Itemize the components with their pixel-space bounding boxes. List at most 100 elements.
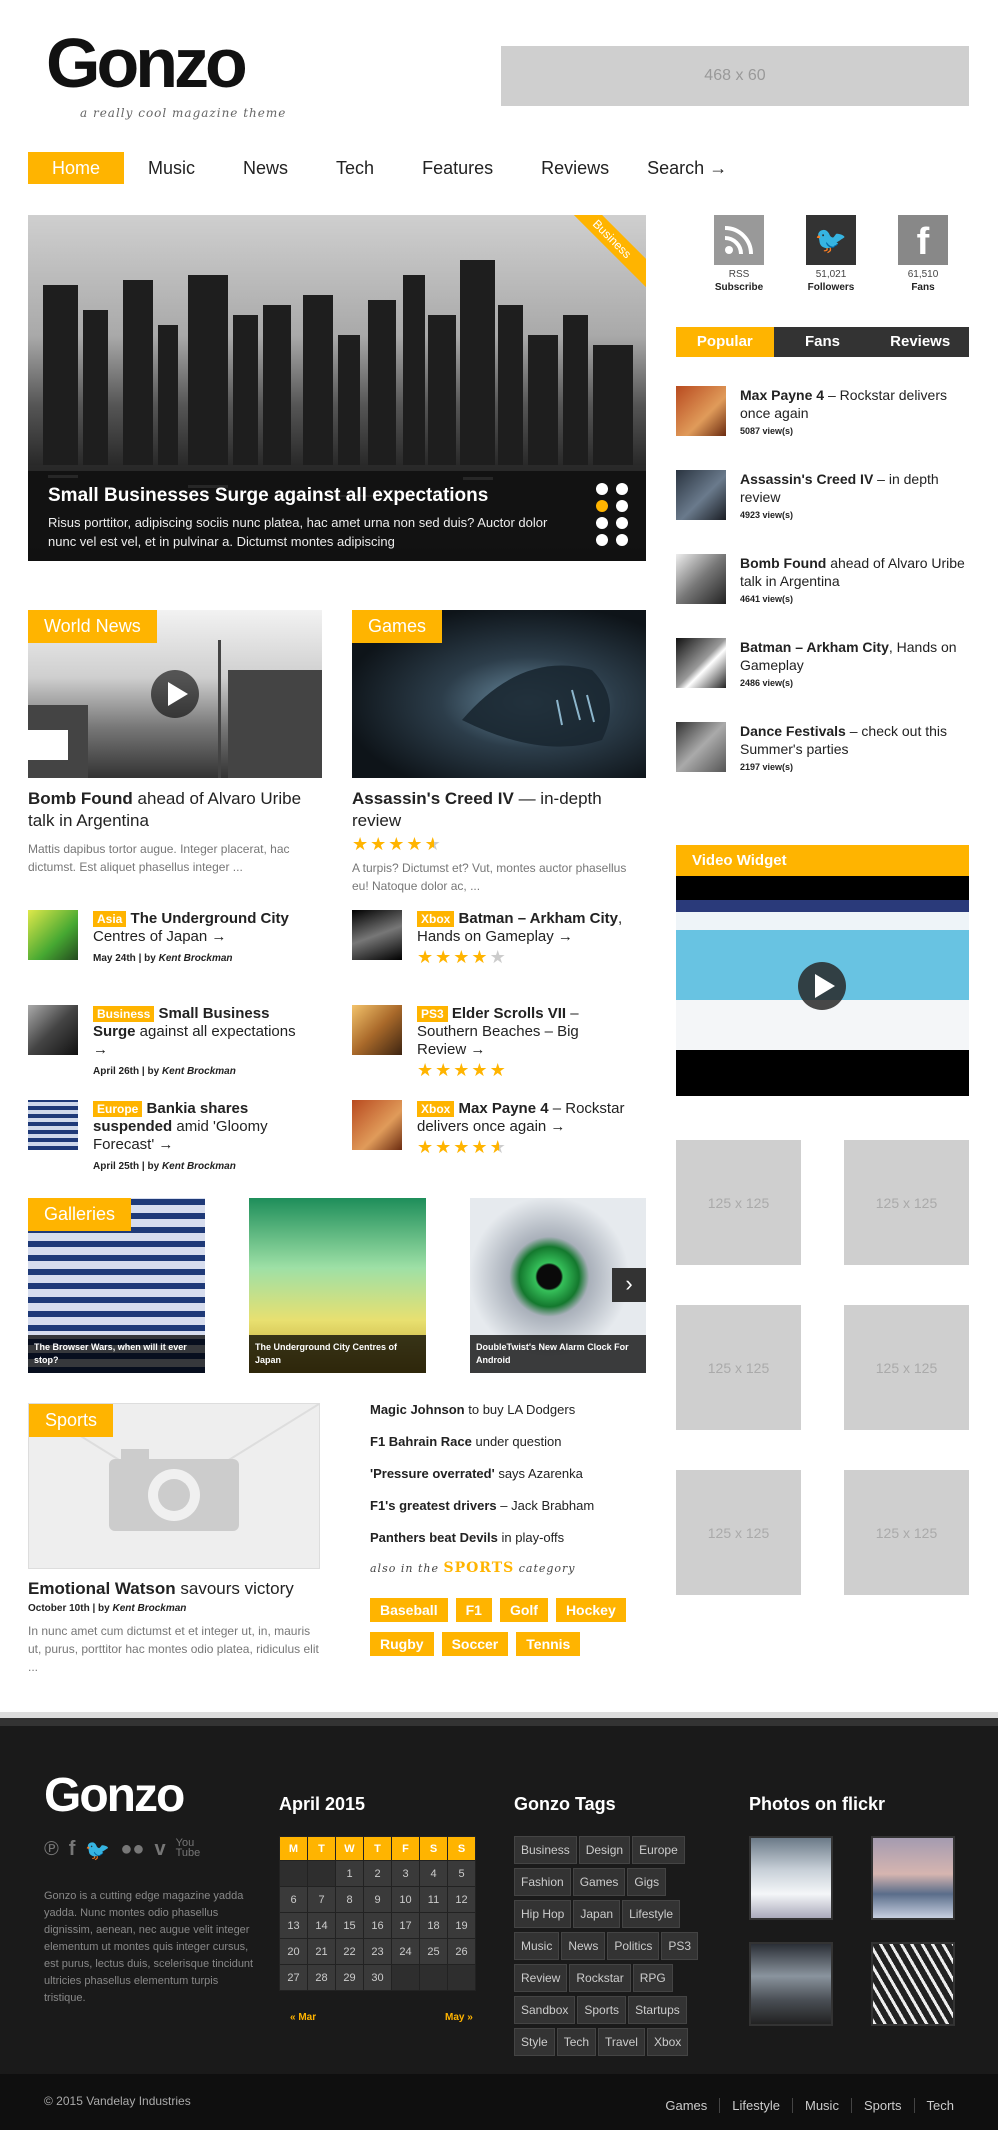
site-logo[interactable]: Gonzo [46,28,248,98]
video-player[interactable] [676,876,969,1096]
article-title[interactable]: Max Payne 4 [459,1100,549,1117]
footer-tag[interactable]: Sports [577,1996,627,2024]
calendar-day[interactable]: 11 [419,1886,448,1913]
tag-button[interactable]: Rugby [370,1632,434,1656]
list-item[interactable]: F1's greatest drivers – Jack Brabham [370,1498,646,1530]
ad-125[interactable]: 125 x 125 [676,1305,801,1430]
gallery-item[interactable]: DoubleTwist's New Alarm Clock For Androi… [470,1198,646,1373]
footer-tag[interactable]: Lifestyle [622,1900,681,1928]
footer-tag[interactable]: Japan [573,1900,621,1928]
tag-button[interactable]: Hockey [555,1598,626,1622]
calendar-day[interactable]: 4 [419,1860,448,1887]
world-news-title[interactable]: Bomb Found [28,789,133,808]
section-label-world-news[interactable]: World News [28,610,157,643]
sports-image[interactable]: Sports [28,1403,320,1569]
calendar-day[interactable]: 23 [363,1938,392,1965]
ad-125[interactable]: 125 x 125 [844,1305,969,1430]
gallery-caption[interactable]: The Underground City Centres of Japan [249,1335,426,1373]
footer-link[interactable]: Sports [852,2098,915,2113]
sports-title-rest[interactable]: savours victory [176,1579,293,1598]
gallery-caption[interactable]: DoubleTwist's New Alarm Clock For Androi… [470,1335,646,1373]
footer-tag[interactable]: News [561,1932,606,1960]
rss-icon[interactable] [714,215,764,265]
popular-thumb[interactable] [676,638,726,688]
chevron-right-icon[interactable]: › [612,1268,646,1302]
calendar-day[interactable]: 16 [363,1912,392,1939]
article-thumb[interactable] [28,1100,78,1150]
category-badge[interactable]: Xbox [417,911,455,927]
footer-link[interactable]: Music [793,2098,852,2113]
sports-list-title-rest[interactable]: in play-offs [498,1530,565,1545]
footer-tag[interactable]: Travel [598,2028,645,2056]
tag-button[interactable]: Soccer [441,1632,509,1656]
sports-list-title-rest[interactable]: to buy LA Dodgers [465,1402,575,1417]
popular-title[interactable]: Bomb Found [740,555,826,571]
calendar-day[interactable]: 21 [307,1938,336,1965]
calendar-day[interactable]: 1 [335,1860,364,1887]
article-title[interactable]: Elder Scrolls VII [452,1005,566,1022]
article-author[interactable]: Kent Brockman [159,953,233,964]
tab-popular[interactable]: Popular [676,327,774,357]
youtube-icon[interactable]: You Tube [176,1838,201,1863]
category-badge[interactable]: Xbox [417,1101,455,1117]
popular-thumb[interactable] [676,470,726,520]
sports-list-title[interactable]: 'Pressure overrated' [370,1466,495,1481]
footer-tag[interactable]: Music [514,1932,560,1960]
social-rss[interactable]: RSS Subscribe [714,215,764,293]
calendar-day[interactable]: 19 [447,1912,476,1939]
nav-tech[interactable]: Tech [312,152,398,184]
article-thumb[interactable] [352,1100,402,1150]
nav-features[interactable]: Features [398,152,517,184]
calendar-day[interactable]: 25 [419,1938,448,1965]
list-item[interactable]: Magic Johnson to buy LA Dodgers [370,1402,646,1434]
footer-tag[interactable]: Startups [628,1996,687,2024]
facebook-icon[interactable]: f [898,215,948,265]
footer-tag[interactable]: Rockstar [569,1964,631,1992]
social-facebook[interactable]: f 61,510 Fans [898,215,948,293]
sports-list-title-rest[interactable]: says Azarenka [495,1466,583,1481]
games-image[interactable]: Games [352,610,646,778]
tag-button[interactable]: Golf [499,1598,548,1622]
flickr-photo[interactable] [749,1836,833,1920]
nav-music[interactable]: Music [124,152,219,184]
calendar-day[interactable]: 20 [279,1938,308,1965]
footer-link[interactable]: Games [653,2098,721,2113]
list-item[interactable]: Batman – Arkham City, Hands on Gameplay … [676,638,969,722]
list-item[interactable]: 'Pressure overrated' says Azarenka [370,1466,646,1498]
calendar-day[interactable]: 27 [279,1964,308,1991]
section-label-galleries[interactable]: Galleries [28,1198,132,1231]
footer-tag[interactable]: Politics [607,1932,660,1960]
footer-tag[interactable]: Fashion [514,1868,571,1896]
calendar-day[interactable]: 2 [363,1860,392,1887]
calendar-day[interactable]: 24 [391,1938,420,1965]
footer-tag[interactable]: PS3 [661,1932,699,1960]
pinterest-icon[interactable]: ℗ [44,1838,59,1863]
tab-reviews[interactable]: Reviews [871,327,969,357]
gallery-caption[interactable]: The Browser Wars, when will it ever stop… [28,1335,205,1373]
social-twitter[interactable]: 🐦 51,021 Followers [806,215,856,293]
calendar-day[interactable]: 30 [363,1964,392,1991]
list-item[interactable]: Assassin's Creed IV – in depth review 49… [676,470,969,554]
footer-tag[interactable]: Style [514,2028,555,2056]
popular-title[interactable]: Batman – Arkham City [740,639,889,655]
popular-title[interactable]: Max Payne 4 [740,387,824,403]
calendar-day[interactable]: 7 [307,1886,336,1913]
calendar-prev-link[interactable]: « Mar [290,2012,316,2023]
calendar-day[interactable]: 10 [391,1886,420,1913]
ad-125[interactable]: 125 x 125 [844,1470,969,1595]
flickr-photo[interactable] [871,1836,955,1920]
banner-ad[interactable]: 468 x 60 [501,46,969,106]
footer-tag[interactable]: Hip Hop [514,1900,572,1928]
calendar-next-link[interactable]: May » [445,2012,473,2023]
calendar-day[interactable]: 14 [307,1912,336,1939]
article-title[interactable]: Batman – Arkham City [459,910,619,927]
twitter-icon[interactable]: 🐦 [85,1838,110,1863]
calendar-day[interactable]: 6 [279,1886,308,1913]
article-title[interactable]: The Underground City [131,910,289,927]
article-author[interactable]: Kent Brockman [162,1066,236,1077]
footer-tag[interactable]: RPG [632,1964,673,1992]
footer-link[interactable]: Lifestyle [720,2098,793,2113]
list-item[interactable]: Panthers beat Devils in play-offs [370,1530,646,1560]
footer-tag[interactable]: Europe [632,1836,685,1864]
ad-125[interactable]: 125 x 125 [676,1470,801,1595]
